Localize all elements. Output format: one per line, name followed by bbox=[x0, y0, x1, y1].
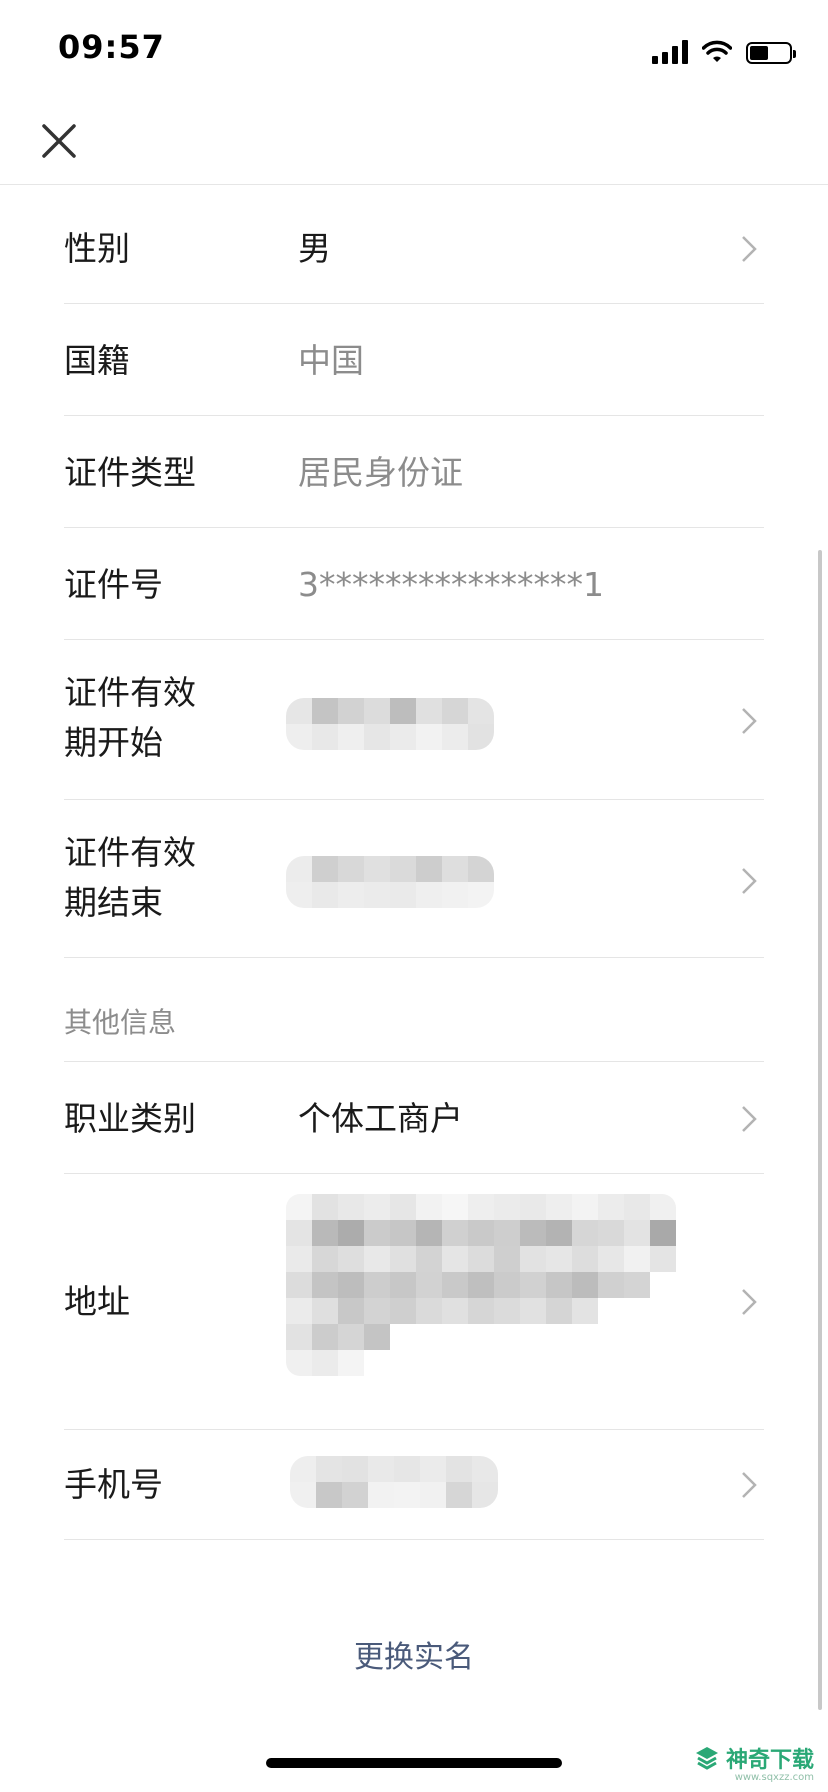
signal-icon bbox=[652, 40, 688, 64]
watermark-logo-icon bbox=[695, 1747, 718, 1770]
row-id-valid-start[interactable]: 证件有效 期开始 bbox=[64, 640, 764, 800]
wifi-icon bbox=[702, 40, 732, 62]
row-value: 男 bbox=[298, 229, 331, 268]
status-time: 09:57 bbox=[58, 28, 165, 66]
row-value: 个体工商户 bbox=[298, 1099, 463, 1138]
row-id-valid-end[interactable]: 证件有效 期结束 bbox=[64, 800, 764, 958]
chevron-right-icon bbox=[742, 1289, 757, 1315]
home-indicator bbox=[266, 1758, 562, 1768]
row-label: 手机号 bbox=[64, 1465, 163, 1504]
row-gender[interactable]: 性别 男 bbox=[64, 184, 764, 304]
row-id-number: 证件号 3****************1 bbox=[64, 528, 764, 640]
row-label: 证件号 bbox=[64, 565, 163, 604]
row-value: 居民身份证 bbox=[298, 453, 463, 492]
row-nationality: 国籍 中国 bbox=[64, 304, 764, 416]
row-id-type: 证件类型 居民身份证 bbox=[64, 416, 764, 528]
row-label-line1: 证件有效 bbox=[64, 833, 196, 872]
close-button[interactable] bbox=[36, 118, 84, 166]
watermark-text: 神奇下载 bbox=[725, 1748, 814, 1773]
redacted-value bbox=[290, 1456, 498, 1508]
status-bar: 09:57 bbox=[0, 0, 828, 100]
section-header-other: 其他信息 bbox=[64, 958, 764, 1062]
info-list: 性别 男 国籍 中国 证件类型 居民身份证 证件号 3*************… bbox=[0, 184, 828, 1540]
row-value: 3****************1 bbox=[298, 565, 604, 604]
redacted-value bbox=[286, 698, 494, 750]
watermark-sub: www.sqxzz.com bbox=[734, 1772, 814, 1783]
row-occupation[interactable]: 职业类别 个体工商户 bbox=[64, 1062, 764, 1174]
redacted-value bbox=[286, 856, 494, 908]
row-label: 国籍 bbox=[64, 341, 130, 380]
chevron-right-icon bbox=[742, 868, 757, 894]
row-label: 证件有效 期结束 bbox=[64, 828, 196, 928]
chevron-right-icon bbox=[742, 236, 757, 262]
status-icons bbox=[652, 36, 796, 64]
watermark: 神奇下载 www.sqxzz.com bbox=[694, 1742, 814, 1783]
row-label-line1: 证件有效 bbox=[64, 673, 196, 712]
chevron-right-icon bbox=[742, 1472, 757, 1498]
nav-bar bbox=[0, 100, 828, 185]
change-real-name-button[interactable]: 更换实名 bbox=[0, 1632, 828, 1676]
chevron-right-icon bbox=[742, 1106, 757, 1132]
chevron-right-icon bbox=[742, 708, 757, 734]
battery-icon bbox=[746, 42, 796, 64]
row-label: 性别 bbox=[64, 229, 130, 268]
row-value: 中国 bbox=[298, 341, 364, 380]
row-label: 证件类型 bbox=[64, 453, 196, 492]
redacted-value bbox=[286, 1194, 676, 1376]
close-icon bbox=[42, 124, 76, 158]
row-address[interactable]: 地址 bbox=[64, 1174, 764, 1430]
section-title: 其他信息 bbox=[64, 1006, 177, 1039]
row-label: 证件有效 期开始 bbox=[64, 668, 196, 768]
row-label: 地址 bbox=[64, 1282, 130, 1321]
row-label-line2: 期结束 bbox=[64, 883, 163, 922]
row-label-line2: 期开始 bbox=[64, 723, 163, 762]
row-label: 职业类别 bbox=[64, 1099, 196, 1138]
row-phone[interactable]: 手机号 bbox=[64, 1430, 764, 1540]
